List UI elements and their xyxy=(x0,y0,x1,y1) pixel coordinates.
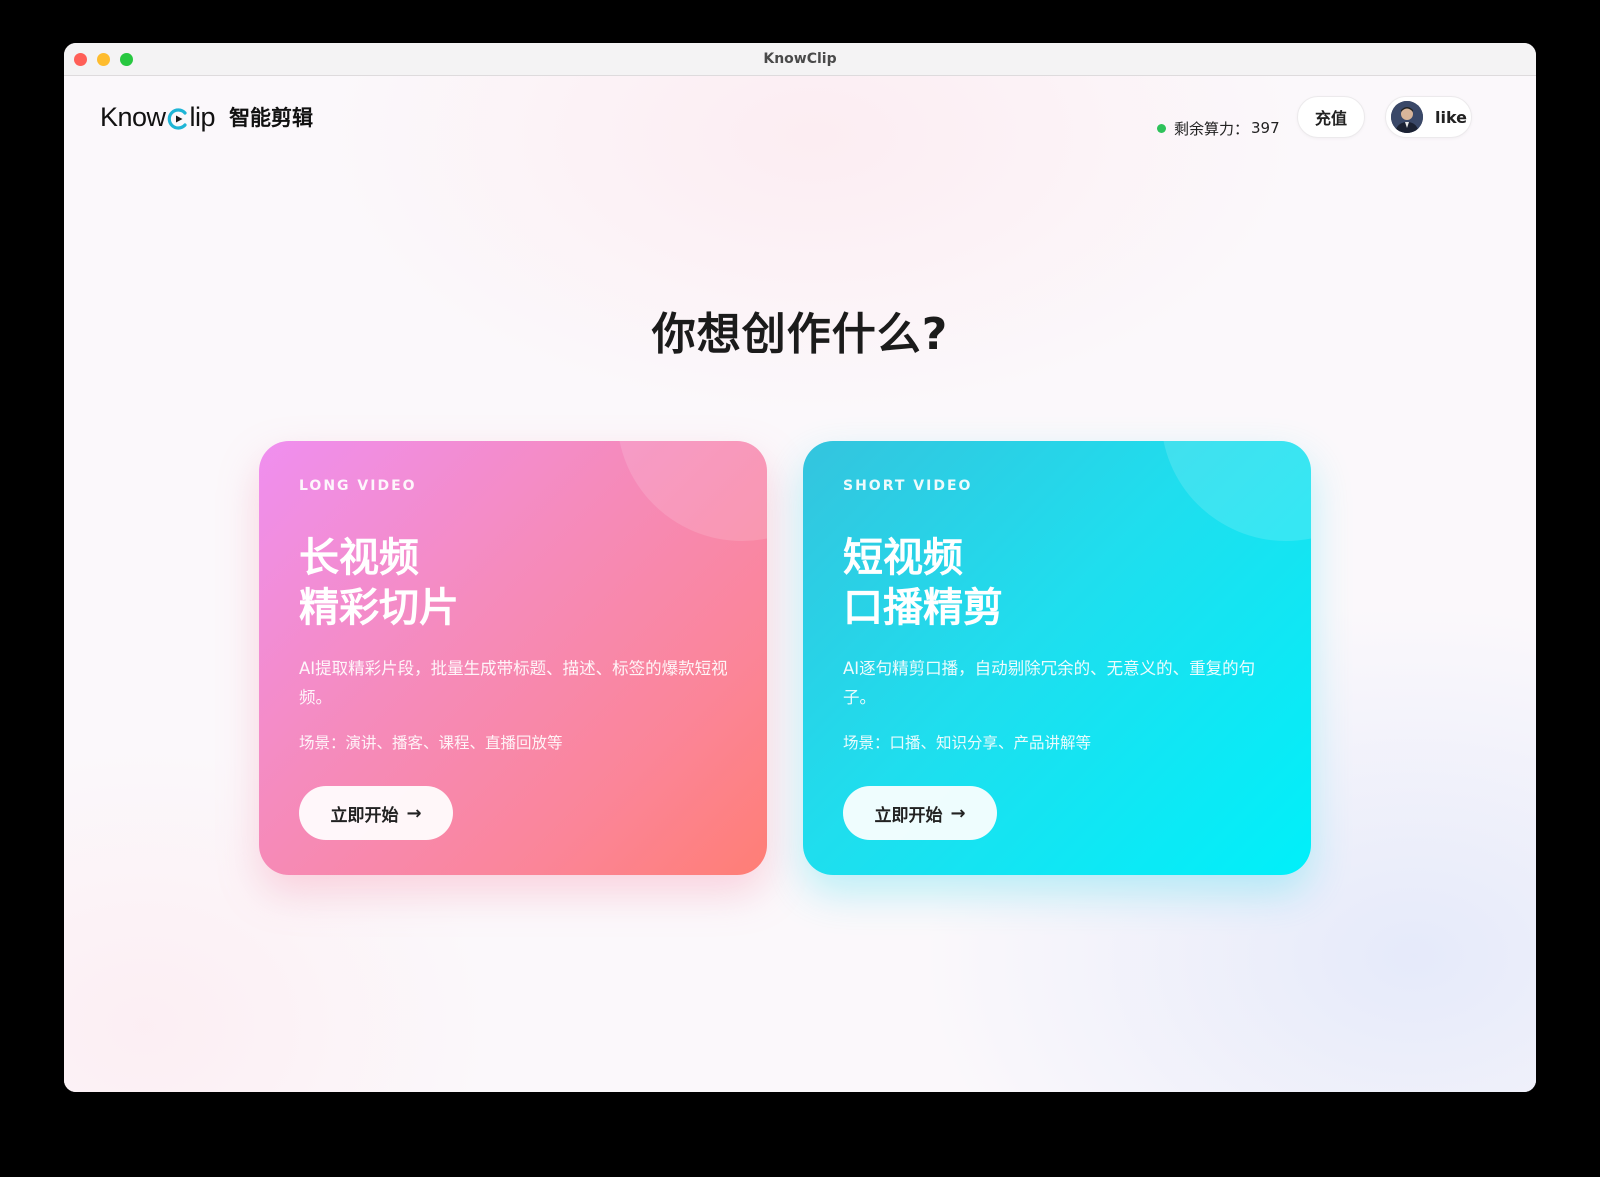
user-name: like xyxy=(1435,107,1468,127)
window-title: KnowClip xyxy=(763,51,837,67)
card-title-line1: 长视频 xyxy=(299,535,419,581)
card-title: 长视频 精彩切片 xyxy=(299,533,459,633)
long-video-card[interactable]: LONG VIDEO 长视频 精彩切片 AI提取精彩片段，批量生成带标题、描述、… xyxy=(259,441,767,875)
avatar xyxy=(1391,101,1423,133)
credits-indicator: 剩余算力： 397 xyxy=(1157,116,1280,140)
logo-text-right: lip xyxy=(189,101,216,132)
card-title-line2: 口播精剪 xyxy=(843,585,1003,631)
main-content: Know lip 智能剪辑 剩余算力： 397 充值 like 你想创作什么? … xyxy=(64,76,1536,1092)
logo-subtitle: 智能剪辑 xyxy=(229,106,314,130)
app-window: KnowClip Know lip 智能剪辑 剩余算力： 397 充值 like… xyxy=(64,43,1536,1092)
card-tag: LONG VIDEO xyxy=(299,478,417,494)
card-tag: SHORT VIDEO xyxy=(843,478,973,494)
credits-value: 397 xyxy=(1251,119,1280,137)
recharge-button[interactable]: 充值 xyxy=(1297,96,1365,138)
card-scene: 场景：演讲、播客、课程、直播回放等 xyxy=(299,734,563,752)
short-video-card[interactable]: SHORT VIDEO 短视频 口播精剪 AI逐句精剪口播，自动剔除冗余的、无意… xyxy=(803,441,1311,875)
card-title-line2: 精彩切片 xyxy=(299,585,459,631)
cta-label: 立即开始 xyxy=(330,805,399,826)
card-description: AI提取精彩片段，批量生成带标题、描述、标签的爆款短视频。 xyxy=(299,659,728,707)
card-description: AI逐句精剪口播，自动剔除冗余的、无意义的、重复的句子。 xyxy=(843,659,1256,707)
title-bar: KnowClip xyxy=(64,43,1536,76)
start-short-video-button[interactable]: 立即开始 → xyxy=(843,786,997,840)
arrow-right-icon: → xyxy=(406,802,422,824)
card-title: 短视频 口播精剪 xyxy=(843,533,1003,633)
start-long-video-button[interactable]: 立即开始 → xyxy=(299,786,453,840)
logo[interactable]: Know lip 智能剪辑 xyxy=(100,100,313,134)
card-decoration xyxy=(617,441,767,541)
logo-play-icon xyxy=(167,108,189,130)
status-dot-icon xyxy=(1157,123,1166,133)
card-decoration xyxy=(1161,441,1311,541)
credits-label: 剩余算力： xyxy=(1174,119,1250,138)
logo-text-left: Know xyxy=(100,101,166,132)
user-menu-button[interactable]: like xyxy=(1385,96,1472,138)
cta-label: 立即开始 xyxy=(874,805,943,826)
arrow-right-icon: → xyxy=(950,802,966,824)
card-title-line1: 短视频 xyxy=(843,535,963,581)
card-scene: 场景：口播、知识分享、产品讲解等 xyxy=(843,734,1092,752)
page-title: 你想创作什么? xyxy=(651,309,949,360)
